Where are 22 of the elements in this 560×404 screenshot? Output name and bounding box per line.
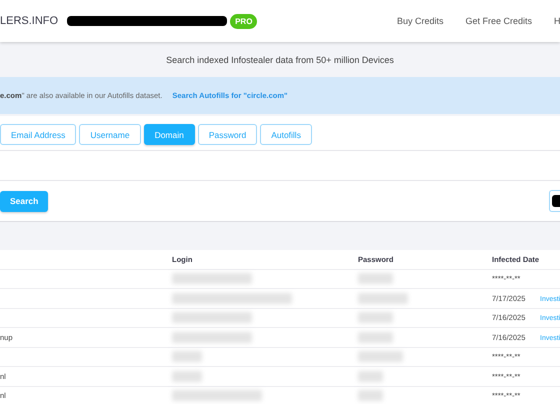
search-type-tab[interactable]: Domain [144, 124, 195, 145]
nav-link[interactable]: H [554, 16, 560, 26]
search-type-tab[interactable]: Email Address [0, 124, 76, 145]
search-type-tab[interactable]: Autofills [260, 124, 312, 145]
blurred-password [358, 292, 408, 304]
blurred-password [358, 370, 383, 382]
plan-badge: PRO [230, 14, 258, 28]
toggle-control[interactable] [549, 190, 560, 212]
tagline: Search indexed Infostealer data from 50+ million Devices [165, 54, 395, 67]
search-type-tab[interactable]: Password [198, 124, 258, 145]
blurred-login [172, 370, 202, 382]
search-type-tab[interactable]: Username [79, 124, 141, 145]
nav-link[interactable]: Buy Credits [396, 16, 444, 26]
blurred-password [358, 312, 393, 324]
blurred-password [358, 390, 383, 402]
blurred-password [358, 332, 393, 343]
search-button[interactable]: Search [0, 190, 48, 212]
logo-text: LERS.INFO [0, 15, 58, 27]
blurred-password [358, 351, 403, 362]
blurred-password [358, 273, 393, 284]
blurred-login [172, 351, 202, 362]
nav-link[interactable]: Get Free Credits [465, 16, 532, 26]
